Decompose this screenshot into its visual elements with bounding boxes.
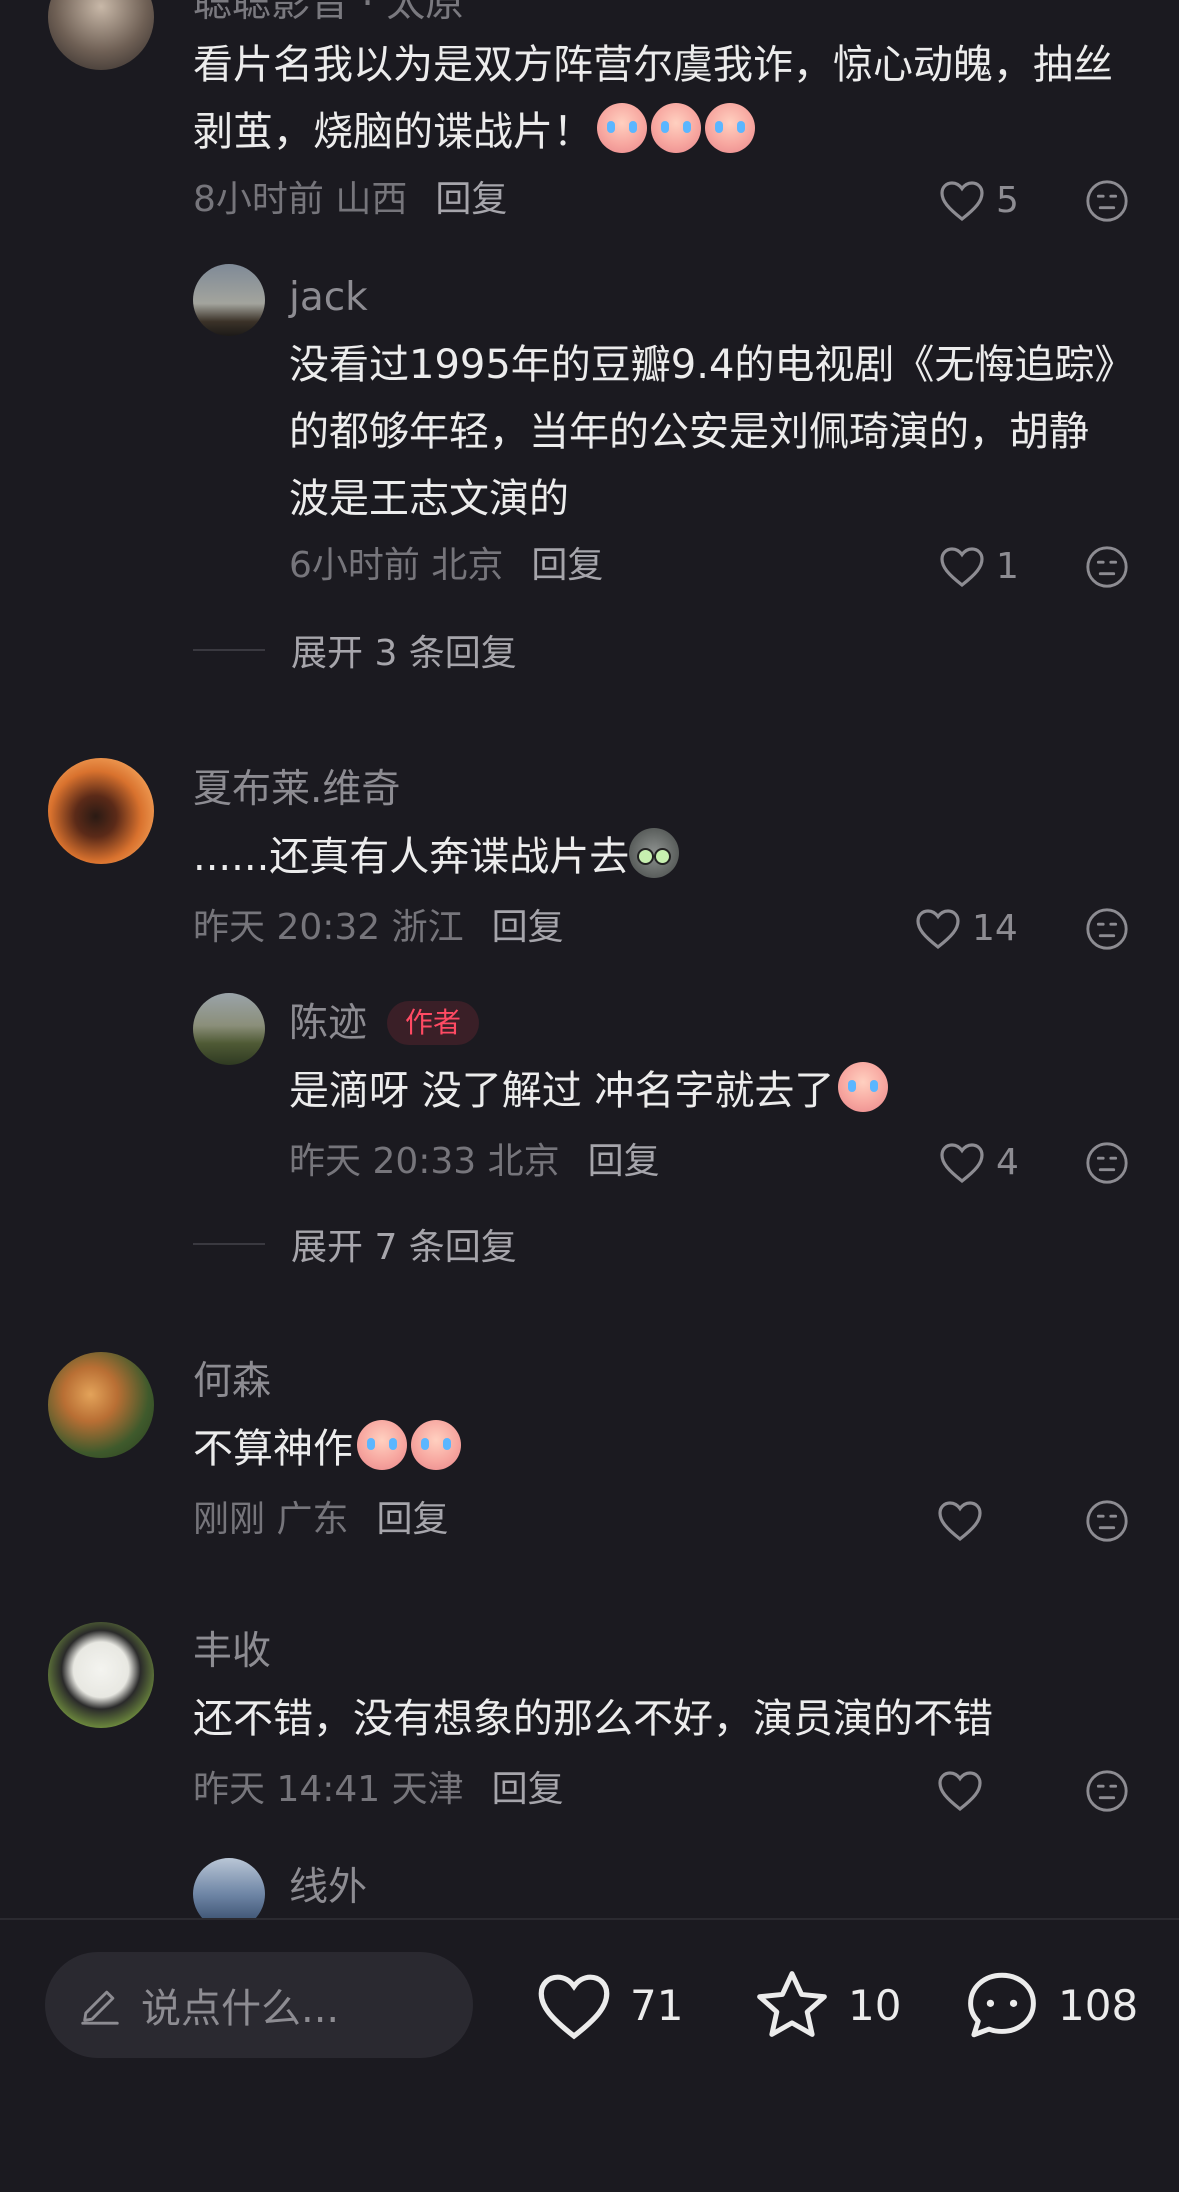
dislike-button[interactable] bbox=[1084, 544, 1130, 590]
crying-laugh-emoji bbox=[705, 103, 755, 153]
like-button[interactable]: 5 bbox=[938, 178, 1019, 222]
avatar[interactable] bbox=[48, 1622, 154, 1728]
crying-laugh-emoji bbox=[651, 103, 701, 153]
comment-location: 广东 bbox=[276, 1499, 349, 1540]
comment-count: 108 bbox=[1058, 1980, 1139, 2030]
heart-icon bbox=[940, 181, 984, 222]
dislike-button[interactable] bbox=[1084, 906, 1130, 952]
divider bbox=[193, 649, 265, 651]
comment-location: 天津 bbox=[391, 1769, 464, 1810]
comment-meta: 8小时前 山西 回复 bbox=[193, 178, 507, 222]
like-count: 4 bbox=[996, 1141, 1019, 1183]
expand-replies-button[interactable]: 展开 3 条回复 bbox=[193, 624, 517, 676]
like-button[interactable]: 4 bbox=[938, 1140, 1019, 1184]
comment-username[interactable]: 夏布莱.维奇 bbox=[193, 766, 400, 814]
dislike-face-icon bbox=[1086, 546, 1128, 588]
heart-icon bbox=[940, 547, 984, 588]
comment-meta: 6小时前 北京 回复 bbox=[289, 544, 603, 588]
avatar[interactable] bbox=[48, 758, 154, 864]
like-count: 5 bbox=[996, 179, 1019, 221]
comment-username[interactable]: 线外 bbox=[289, 1864, 367, 1912]
cat-emoji bbox=[629, 828, 680, 878]
comment-username[interactable]: 丰收 bbox=[193, 1628, 271, 1676]
expand-replies-label: 展开 7 条回复 bbox=[291, 1227, 517, 1268]
like-button[interactable]: 1 bbox=[938, 544, 1019, 588]
comment-text: 还不错，没有想象的那么不好，演员演的不错 bbox=[193, 1696, 993, 1742]
avatar[interactable] bbox=[48, 0, 154, 70]
crying-emoji bbox=[838, 1062, 889, 1112]
comment-location: 浙江 bbox=[391, 907, 464, 948]
comment-text: 没看过1995年的豆瓣9.4的电视剧《无悔追踪》的都够年轻，当年的公安是刘佩琦演… bbox=[289, 342, 1115, 522]
heart-icon bbox=[938, 1771, 982, 1812]
post-like-count: 71 bbox=[630, 1980, 684, 2030]
reply-button[interactable]: 回复 bbox=[435, 179, 507, 220]
comment-time: 昨天 20:32 bbox=[193, 907, 381, 948]
comment-location: 北京 bbox=[487, 1141, 560, 1182]
pencil-icon bbox=[81, 1990, 119, 2025]
like-button[interactable] bbox=[936, 1498, 994, 1542]
avatar[interactable] bbox=[48, 1352, 154, 1458]
avatar[interactable] bbox=[193, 264, 265, 336]
crying-laugh-emoji bbox=[597, 103, 647, 153]
comment-text: 不算神作 bbox=[193, 1416, 1133, 1483]
crying-laugh-emoji bbox=[411, 1420, 461, 1470]
dislike-face-icon bbox=[1086, 908, 1128, 950]
comment-text: 看片名我以为是双方阵营尔虞我诈，惊心动魄，抽丝剥茧，烧脑的谍战片！ bbox=[193, 42, 1113, 155]
comment-username[interactable]: 何森 bbox=[193, 1358, 271, 1406]
dislike-button[interactable] bbox=[1084, 1498, 1130, 1544]
comment-input-placeholder: 说点什么... bbox=[141, 1986, 340, 2032]
comment-username[interactable]: 聪聪影音 · 太原 bbox=[193, 0, 464, 28]
expand-replies-label: 展开 3 条回复 bbox=[291, 633, 517, 674]
avatar[interactable] bbox=[193, 993, 265, 1065]
comment-time: 6小时前 bbox=[289, 545, 420, 586]
comment-text: 是滴呀 没了解过 冲名字就去了 bbox=[289, 1058, 1119, 1125]
comment-meta: 昨天 20:33 北京 回复 bbox=[289, 1140, 660, 1184]
dislike-face-icon bbox=[1086, 1142, 1128, 1184]
comment-time: 昨天 14:41 bbox=[193, 1769, 381, 1810]
reply-button[interactable]: 回复 bbox=[531, 545, 603, 586]
comment-location: 山西 bbox=[335, 179, 408, 220]
comment-location: 北京 bbox=[431, 545, 504, 586]
crying-laugh-emoji bbox=[357, 1420, 407, 1470]
expand-replies-button[interactable]: 展开 7 条回复 bbox=[193, 1218, 517, 1270]
comment-meta: 昨天 20:32 浙江 回复 bbox=[193, 906, 564, 950]
comment-meta: 刚刚 广东 回复 bbox=[193, 1498, 449, 1542]
reply-button[interactable]: 回复 bbox=[588, 1141, 660, 1182]
favorite-count: 10 bbox=[848, 1980, 902, 2030]
dislike-button[interactable] bbox=[1084, 1140, 1130, 1186]
author-badge: 作者 bbox=[387, 1001, 480, 1045]
reply-button[interactable]: 回复 bbox=[492, 907, 564, 948]
comment-meta: 昨天 14:41 天津 回复 bbox=[193, 1768, 564, 1812]
comment-input[interactable]: 说点什么... bbox=[45, 1952, 473, 2058]
heart-icon bbox=[938, 1501, 982, 1542]
like-count: 1 bbox=[996, 545, 1019, 587]
reply-button[interactable]: 回复 bbox=[492, 1769, 564, 1810]
heart-icon bbox=[940, 1143, 984, 1184]
favorite-button[interactable]: 10 bbox=[752, 1960, 901, 2050]
dislike-face-icon bbox=[1086, 1500, 1128, 1542]
comments-button[interactable]: 108 bbox=[962, 1960, 1138, 2050]
dislike-button[interactable] bbox=[1084, 1768, 1130, 1814]
dislike-button[interactable] bbox=[1084, 178, 1130, 224]
heart-icon bbox=[538, 1974, 610, 2040]
star-icon bbox=[757, 1971, 827, 2037]
like-count: 14 bbox=[972, 907, 1018, 949]
comment-time: 8小时前 bbox=[193, 179, 324, 220]
like-post-button[interactable]: 71 bbox=[534, 1960, 683, 2050]
comment-username[interactable]: 陈迹 作者 bbox=[289, 1000, 480, 1048]
heart-icon bbox=[916, 909, 960, 950]
dislike-face-icon bbox=[1086, 180, 1128, 222]
comment-bubble-icon bbox=[968, 1972, 1036, 2038]
divider bbox=[193, 1243, 265, 1245]
comment-username[interactable]: jack bbox=[289, 274, 368, 322]
like-button[interactable] bbox=[936, 1768, 994, 1812]
comment-text: ......还真有人奔谍战片去 bbox=[193, 824, 1133, 891]
bottom-action-bar: 说点什么... 71 10 108 bbox=[0, 1918, 1179, 2192]
dislike-face-icon bbox=[1086, 1770, 1128, 1812]
like-button[interactable]: 14 bbox=[914, 906, 1018, 950]
comment-time: 昨天 20:33 bbox=[289, 1141, 477, 1182]
comment-time: 刚刚 bbox=[193, 1499, 266, 1540]
reply-button[interactable]: 回复 bbox=[376, 1499, 448, 1540]
